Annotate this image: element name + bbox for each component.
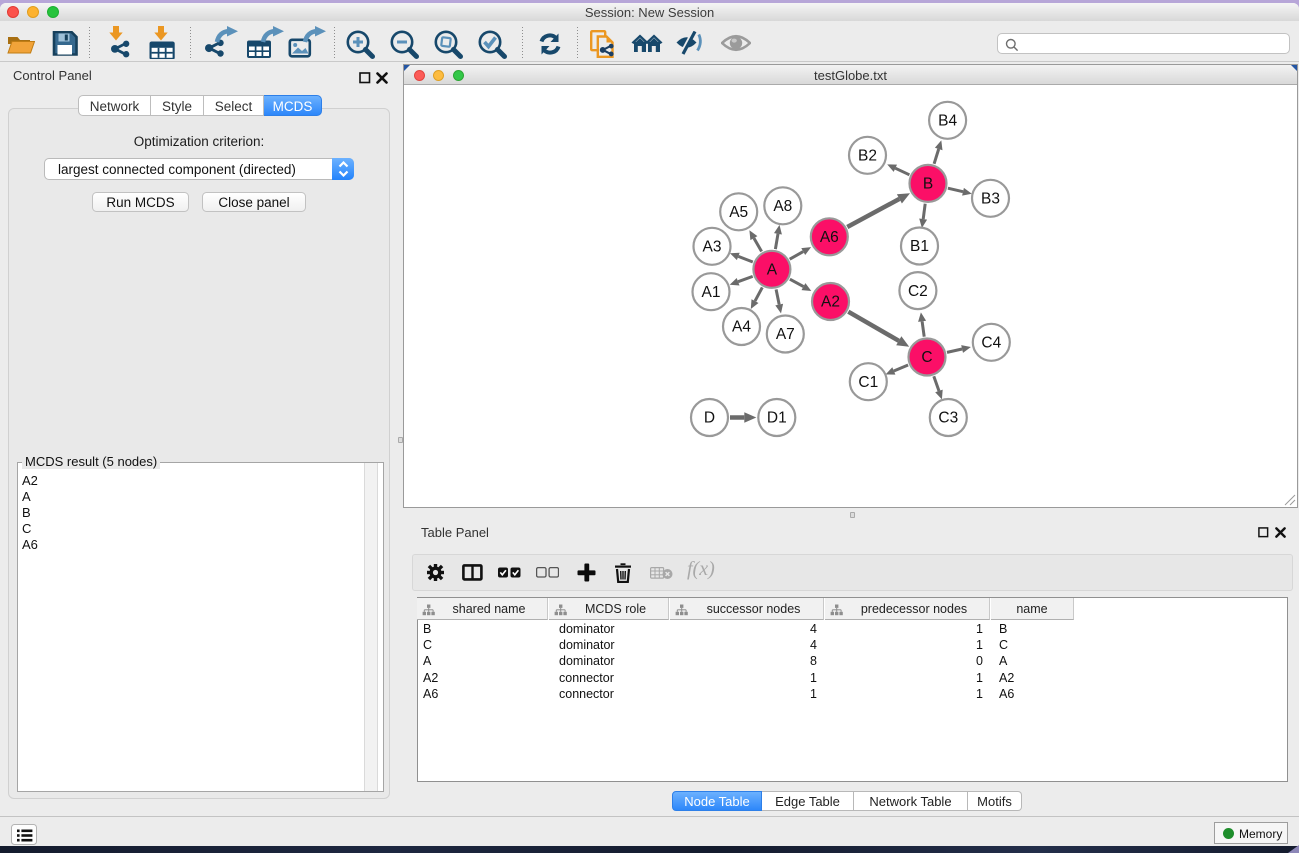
svg-text:A: A (767, 262, 778, 279)
svg-text:A4: A4 (732, 319, 751, 336)
svg-text:C1: C1 (858, 374, 878, 391)
svg-text:A2: A2 (821, 294, 840, 311)
svg-text:C: C (921, 349, 932, 366)
svg-text:A1: A1 (702, 284, 721, 301)
svg-text:D1: D1 (767, 410, 787, 427)
svg-text:A6: A6 (820, 229, 839, 246)
svg-text:B4: B4 (938, 113, 957, 130)
svg-text:B3: B3 (981, 191, 1000, 208)
svg-text:A3: A3 (703, 239, 722, 256)
svg-text:B1: B1 (910, 238, 929, 255)
svg-text:A5: A5 (729, 204, 748, 221)
svg-text:A7: A7 (776, 326, 795, 343)
svg-text:C2: C2 (908, 283, 928, 300)
svg-text:D: D (704, 410, 715, 427)
svg-text:C3: C3 (938, 410, 958, 427)
svg-text:B: B (923, 176, 933, 193)
svg-text:C4: C4 (981, 335, 1001, 352)
svg-text:B2: B2 (858, 148, 877, 165)
svg-text:A8: A8 (773, 198, 792, 215)
